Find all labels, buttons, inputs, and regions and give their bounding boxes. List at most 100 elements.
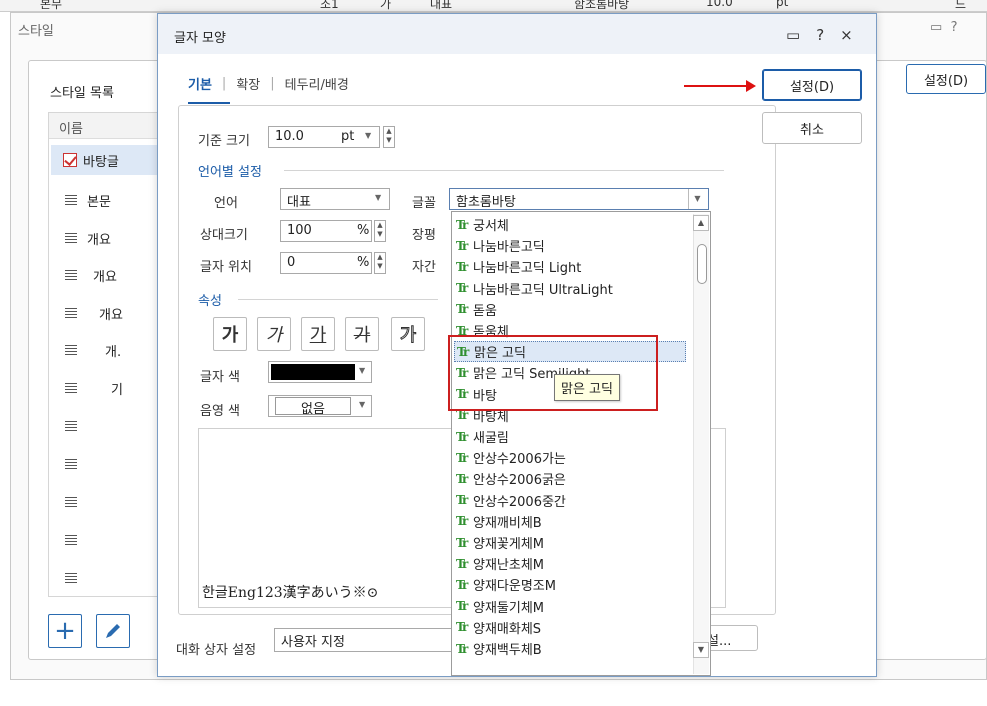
paragraph-lines-icon <box>65 344 77 356</box>
font-list-item[interactable]: Tr 안상수2006가는 <box>454 447 686 468</box>
setting-button[interactable]: 설정(D) <box>762 69 862 101</box>
font-list-item[interactable]: Tr 양재깨비체B <box>454 511 686 532</box>
toolbar-unit[interactable]: pt <box>776 0 788 9</box>
truetype-icon: Tr <box>456 577 468 592</box>
font-list-item[interactable]: Tr 양재매화체S <box>454 617 686 638</box>
font-list-item-label: 나눔바른고딕 Light <box>473 261 582 277</box>
active-tab-indicator <box>188 102 230 104</box>
font-list-item[interactable]: Tr 양재둘기체M <box>454 596 686 617</box>
font-list-item-label: 양재백두체B <box>473 643 542 658</box>
width-ratio-label: 장평 <box>412 228 436 243</box>
list-item[interactable]: 본문 <box>51 185 157 215</box>
font-list-item[interactable]: Tr 안상수2006굵은 <box>454 468 686 489</box>
bold-button[interactable]: 가 <box>213 317 247 351</box>
list-item[interactable]: 개요 <box>51 260 157 290</box>
section-divider <box>238 299 438 300</box>
dialog-setting-select[interactable]: 사용자 지정 <box>274 628 452 652</box>
close-icon[interactable]: × <box>840 26 853 44</box>
paragraph-lines-icon <box>65 232 77 244</box>
edit-style-button[interactable] <box>96 614 130 648</box>
list-item[interactable] <box>51 487 157 517</box>
chevron-down-icon[interactable]: ▼ <box>688 189 706 209</box>
scroll-up-icon[interactable]: ▲ <box>693 215 709 231</box>
language-value: 대표 <box>287 195 311 210</box>
preview-text: 한글Eng123漢字あいう※⊙ <box>202 585 379 601</box>
font-list-item[interactable]: Tr 나눔바른고딕 Light <box>454 256 686 277</box>
chevron-down-icon: ▼ <box>359 366 366 375</box>
relative-size-spinner[interactable]: ▲ ▼ <box>374 220 386 242</box>
truetype-icon: Tr <box>456 450 468 465</box>
base-size-value: 10.0 <box>275 129 304 144</box>
underline-button[interactable]: 가 <box>301 317 335 351</box>
plus-icon: + <box>54 616 76 646</box>
scroll-down-icon[interactable]: ▼ <box>693 642 709 658</box>
list-item-label: 기 <box>111 382 123 398</box>
strikethrough-button[interactable]: 가 <box>345 317 379 351</box>
font-list-item[interactable]: Tr 양재백두체B <box>454 638 686 659</box>
language-select[interactable]: 대표 ▼ <box>280 188 390 210</box>
list-item[interactable]: 기 <box>51 373 157 403</box>
window-icon[interactable]: ▭ <box>786 26 800 44</box>
font-list-item[interactable]: Tr 궁서체 <box>454 214 686 235</box>
font-list-item[interactable]: Tr 나눔바른고딕 UltraLight <box>454 278 686 299</box>
font-list-item[interactable]: Tr 나눔바른고딕 <box>454 235 686 256</box>
list-item[interactable]: 개요 <box>51 298 157 328</box>
list-item[interactable] <box>51 411 157 441</box>
paragraph-lines-icon <box>65 307 77 319</box>
tab-border-background[interactable]: 테두리/배경 <box>285 74 349 93</box>
font-list-item[interactable]: Tr 양재꽃게체M <box>454 532 686 553</box>
list-item-label: 바탕글 <box>83 154 119 170</box>
toolbar-language[interactable]: 대표 <box>430 0 452 11</box>
base-size-field[interactable]: 10.0 pt ▼ <box>268 126 380 148</box>
paragraph-lines-icon <box>65 382 77 394</box>
font-list-item[interactable]: Tr 양재다운명조M <box>454 574 686 595</box>
toolbar-style-text: 본무 <box>40 0 63 11</box>
list-item[interactable] <box>51 449 157 479</box>
tab-extended[interactable]: 확장 <box>236 74 260 93</box>
truetype-icon: Tr <box>456 281 468 296</box>
font-list-item-label: 안상수2006중간 <box>473 494 566 510</box>
italic-button[interactable]: 가 <box>257 317 291 351</box>
style-setting-button[interactable]: 설정(D) <box>906 64 986 94</box>
paragraph-lines-icon <box>65 572 77 584</box>
scroll-thumb[interactable] <box>697 244 707 284</box>
font-list-item-label: 안상수2006가는 <box>473 452 566 468</box>
app-toolbar-strip: 본무 조1 가 대표 함초롬바탕 10.0 pt 드 <box>0 0 987 12</box>
position-spinner[interactable]: ▲ ▼ <box>374 252 386 274</box>
add-style-button[interactable]: + <box>48 614 82 648</box>
list-item[interactable]: 개요 <box>51 223 157 253</box>
window-icon[interactable]: ▭ <box>930 20 942 35</box>
style-list[interactable]: 이름 바탕글 본문 개요 개요 개요 개. 기 <box>48 112 159 597</box>
dialog-controls: ▭ ? × <box>786 26 853 44</box>
toolbar-item[interactable]: 조1 <box>320 0 339 11</box>
dialog-setting-label: 대화 상자 설정 <box>176 643 257 658</box>
list-item[interactable]: 바탕글 <box>51 145 157 175</box>
shade-color-picker[interactable]: 없음 ▼ <box>268 395 372 417</box>
toolbar-item[interactable]: 드 <box>955 0 966 11</box>
text-color-picker[interactable]: ▼ <box>268 361 372 383</box>
list-item[interactable] <box>51 563 157 593</box>
font-select[interactable]: 함초롬바탕 ▼ <box>449 188 709 210</box>
font-list-item[interactable]: Tr 돋움 <box>454 299 686 320</box>
toolbar-font[interactable]: 함초롬바탕 <box>574 0 629 11</box>
toolbar-size[interactable]: 10.0 <box>706 0 733 9</box>
font-list-item-label: 양재난초체M <box>473 558 545 574</box>
base-size-spinner[interactable]: ▲ ▼ <box>383 126 395 148</box>
font-list-item[interactable]: Tr 양재난초체M <box>454 553 686 574</box>
help-icon[interactable]: ? <box>951 20 958 35</box>
list-item[interactable]: 개. <box>51 335 157 365</box>
tab-basic[interactable]: 기본 <box>188 74 212 93</box>
font-list-item-label: 양재꽃게체M <box>473 537 545 552</box>
font-list-item[interactable]: Tr 안상수2006중간 <box>454 490 686 511</box>
position-field[interactable]: 0 % <box>280 252 372 274</box>
list-item[interactable] <box>51 525 157 555</box>
font-list-item-label: 돋움 <box>473 303 497 319</box>
list-item-label: 개요 <box>87 232 111 248</box>
help-icon[interactable]: ? <box>816 26 824 44</box>
font-list-item[interactable]: Tr 새굴림 <box>454 426 686 447</box>
outline-button[interactable]: 가 <box>391 317 425 351</box>
font-dropdown-list[interactable]: Tr 궁서체 Tr 나눔바른고딕 Tr 나눔바른고딕 Light Tr 나눔바른고딕 Ultr… <box>451 211 711 676</box>
cancel-button[interactable]: 취소 <box>762 112 862 144</box>
toolbar-item[interactable]: 가 <box>380 0 391 11</box>
relative-size-field[interactable]: 100 % <box>280 220 372 242</box>
